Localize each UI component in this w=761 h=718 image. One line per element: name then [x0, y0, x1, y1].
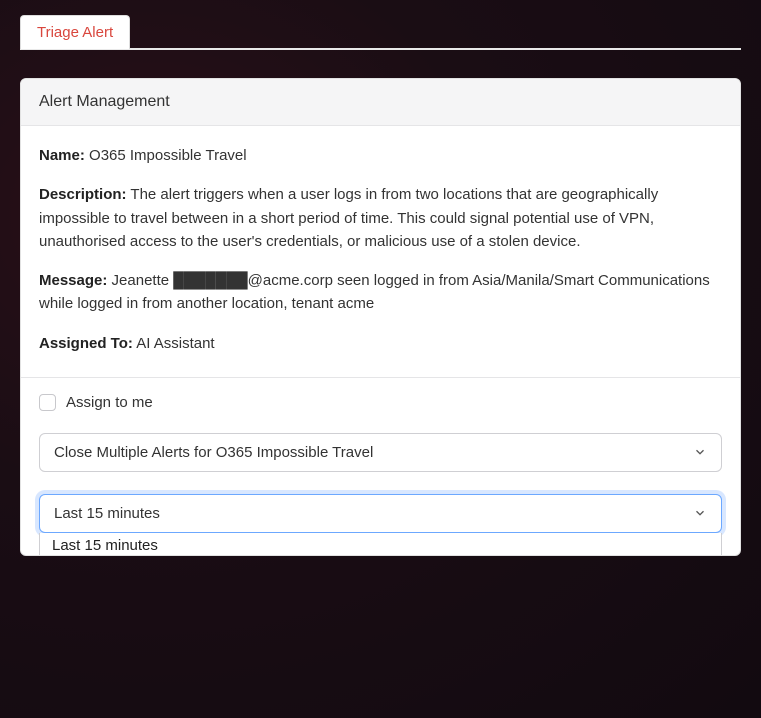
field-description: Description: The alert triggers when a u…	[39, 183, 722, 253]
field-assigned-to: Assigned To: AI Assistant	[39, 332, 722, 355]
time-range-wrap: Last 15 minutes Last 15 minuteslast 1 ho…	[39, 494, 722, 533]
chevron-down-icon	[693, 506, 707, 520]
assign-to-me-label: Assign to me	[66, 394, 153, 411]
card-body: Name: O365 Impossible Travel Description…	[21, 126, 740, 377]
assigned-to-value: AI Assistant	[136, 335, 214, 352]
alert-management-card: Alert Management Name: O365 Impossible T…	[20, 78, 741, 556]
time-range-dropdown-list[interactable]: Last 15 minuteslast 1 hourLast 8 hoursLa…	[39, 533, 722, 556]
message-value: Jeanette ███████@acme.corp seen logged i…	[39, 272, 710, 312]
assigned-to-label: Assigned To:	[39, 335, 133, 352]
card-title: Alert Management	[39, 93, 170, 110]
assign-to-me-row[interactable]: Assign to me	[39, 394, 722, 411]
time-range-select[interactable]: Last 15 minutes	[39, 494, 722, 533]
close-multiple-select[interactable]: Close Multiple Alerts for O365 Impossibl…	[39, 433, 722, 472]
card-header: Alert Management	[21, 79, 740, 126]
card-actions: Assign to me Close Multiple Alerts for O…	[21, 377, 740, 555]
tab-triage-alert[interactable]: Triage Alert	[20, 15, 130, 49]
description-label: Description:	[39, 186, 127, 203]
tab-label: Triage Alert	[37, 24, 113, 41]
time-range-option[interactable]: Last 15 minutes	[40, 533, 721, 556]
field-name: Name: O365 Impossible Travel	[39, 144, 722, 167]
name-value: O365 Impossible Travel	[89, 147, 247, 164]
field-message: Message: Jeanette ███████@acme.corp seen…	[39, 269, 722, 316]
close-multiple-value: Close Multiple Alerts for O365 Impossibl…	[54, 444, 373, 461]
name-label: Name:	[39, 147, 85, 164]
assign-to-me-checkbox[interactable]	[39, 394, 56, 411]
time-range-selected: Last 15 minutes	[54, 505, 160, 522]
chevron-down-icon	[693, 445, 707, 459]
description-value: The alert triggers when a user logs in f…	[39, 186, 658, 250]
tabs-row: Triage Alert	[20, 14, 741, 50]
message-label: Message:	[39, 272, 107, 289]
